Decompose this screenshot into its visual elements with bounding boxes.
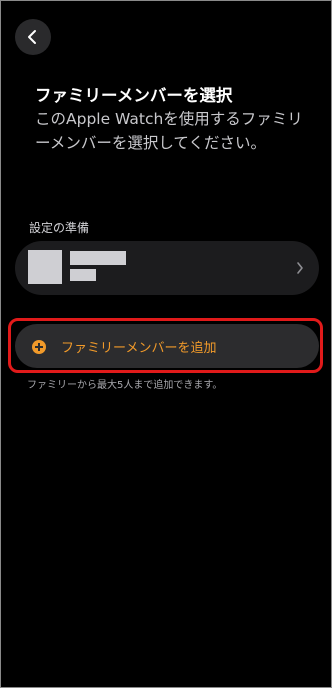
member-limit-note: ファミリーから最大5人まで追加できます。 <box>27 380 223 391</box>
add-family-member-label: ファミリーメンバーを追加 <box>61 341 217 356</box>
app-screen: ファミリーメンバーを選択 このApple Watchを使用するファミリーメンバー… <box>0 0 332 688</box>
redacted-member-detail <box>70 269 96 281</box>
plus-circle-icon <box>32 340 46 354</box>
page-subtitle: このApple Watchを使用するファミリーメンバーを選択してください。 <box>35 110 303 152</box>
page-title: ファミリーメンバーを選択 <box>35 86 233 105</box>
back-button[interactable] <box>15 19 51 55</box>
add-family-member-button[interactable]: ファミリーメンバーを追加 <box>15 324 319 368</box>
redacted-avatar <box>28 250 62 284</box>
family-member-item[interactable] <box>15 241 319 295</box>
redacted-member-name <box>70 251 126 265</box>
chevron-right-icon <box>297 262 303 274</box>
chevron-left-icon <box>28 30 36 44</box>
setup-section-label: 設定の準備 <box>29 221 90 235</box>
